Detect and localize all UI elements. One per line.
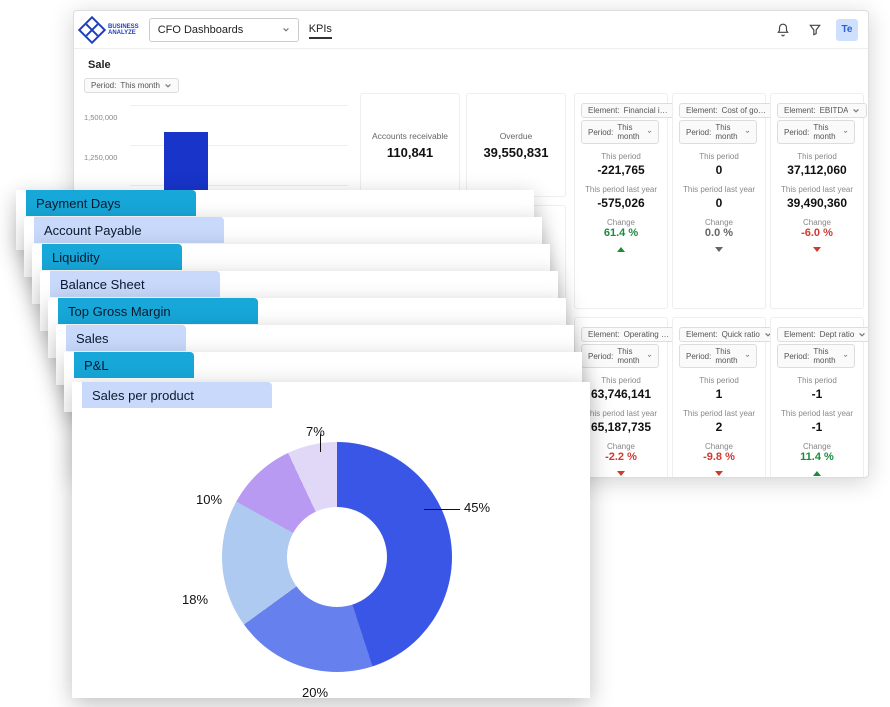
slice-label-20: 20%: [302, 685, 328, 700]
tab[interactable]: Balance Sheet: [50, 271, 220, 297]
element-pill[interactable]: Element: EBITDA: [777, 103, 867, 118]
period-pill[interactable]: Period: This month: [679, 120, 757, 144]
kpi-card: Element: EBITDAPeriod: This monthThis pe…: [770, 93, 864, 309]
dashboard-selector-label: CFO Dashboards: [158, 24, 244, 36]
metric-value: 110,841: [387, 145, 433, 160]
avatar[interactable]: Te: [836, 19, 858, 41]
chevron-down-icon: [282, 26, 290, 34]
tab[interactable]: Account Payable: [34, 217, 224, 243]
sheet-sales-per-product[interactable]: Sales per product 45% 20% 18% 10% 7%: [72, 382, 590, 698]
element-pill[interactable]: Element: Dept ratio: [777, 327, 869, 342]
kpi-card: Element: Quick ratioPeriod: This monthTh…: [672, 317, 766, 478]
period-pill[interactable]: Period: This month: [581, 344, 659, 368]
donut-chart: 45% 20% 18% 10% 7%: [202, 432, 472, 702]
filter-icon[interactable]: [804, 19, 826, 41]
slice-label-10: 10%: [196, 492, 222, 507]
element-pill[interactable]: Element: Quick ratio: [679, 327, 779, 342]
metric-overdue-1: Overdue 39,550,831: [466, 93, 566, 197]
tab-label: Top Gross Margin: [68, 304, 171, 319]
leader-line: [424, 509, 460, 510]
period-label: Period:: [91, 81, 116, 90]
logo-icon: [78, 15, 106, 43]
tab-label: Liquidity: [52, 250, 100, 265]
metric-label: Overdue: [500, 131, 533, 141]
kpi-card: Element: Financial incomePeriod: This mo…: [574, 93, 668, 309]
metric-value: 39,550,831: [483, 145, 548, 160]
donut-hole: [287, 507, 387, 607]
tab[interactable]: Sales: [66, 325, 186, 351]
metric-accounts-receivable: Accounts receivable 110,841: [360, 93, 460, 197]
trend-down-icon: [813, 247, 821, 252]
y-tick: 1,500,000: [84, 113, 117, 122]
kpi-card: Element: Dept ratioPeriod: This monthThi…: [770, 317, 864, 478]
brand-logo: BUSINESS ANALYZE: [82, 20, 139, 40]
trend-up-icon: [617, 247, 625, 252]
tab-label: Account Payable: [44, 223, 142, 238]
bell-icon[interactable]: [772, 19, 794, 41]
brand-text-1: BUSINESS: [108, 24, 139, 30]
trend-down-icon: [715, 247, 723, 252]
trend-down-icon: [715, 471, 723, 476]
period-pill[interactable]: Period: This month: [777, 120, 855, 144]
slice-label-7: 7%: [306, 424, 325, 439]
trend-down-icon: [617, 471, 625, 476]
dashboard-selector[interactable]: CFO Dashboards: [149, 18, 299, 42]
trend-up-icon: [813, 471, 821, 476]
period-pill[interactable]: Period: This month: [777, 344, 855, 368]
tab-label: Payment Days: [36, 196, 121, 211]
kpi-card: Element: Cost of goods soldPeriod: This …: [672, 93, 766, 309]
period-pill[interactable]: Period: This month: [581, 120, 659, 144]
dashboard-header: BUSINESS ANALYZE CFO Dashboards KPIs Te: [74, 11, 868, 49]
period-pill[interactable]: Period: This month: [679, 344, 757, 368]
tab-sales-per-product[interactable]: Sales per product: [82, 382, 272, 408]
page-title: Sale: [88, 59, 858, 71]
sheet-stack: Payment Days Account Payable Liquidity Bala…: [16, 190, 534, 700]
slice-label-45: 45%: [464, 500, 490, 515]
slice-label-18: 18%: [182, 592, 208, 607]
tab-label: Sales per product: [92, 388, 194, 403]
tab-label: Sales: [76, 331, 109, 346]
tab-label: P&L: [84, 358, 109, 373]
leader-line: [320, 434, 321, 452]
tab[interactable]: Liquidity: [42, 244, 182, 270]
tab[interactable]: Top Gross Margin: [58, 298, 258, 324]
period-pill[interactable]: Period: This month: [84, 78, 179, 93]
tab[interactable]: Payment Days: [26, 190, 196, 216]
nav-kpis[interactable]: KPIs: [309, 21, 332, 39]
period-value: This month: [120, 81, 160, 90]
y-tick: 1,250,000: [84, 153, 117, 162]
tab-label: Balance Sheet: [60, 277, 145, 292]
metric-label: Accounts receivable: [372, 131, 448, 141]
tab[interactable]: P&L: [74, 352, 194, 378]
brand-text-2: ANALYZE: [108, 30, 139, 36]
chevron-down-icon: [164, 82, 172, 90]
